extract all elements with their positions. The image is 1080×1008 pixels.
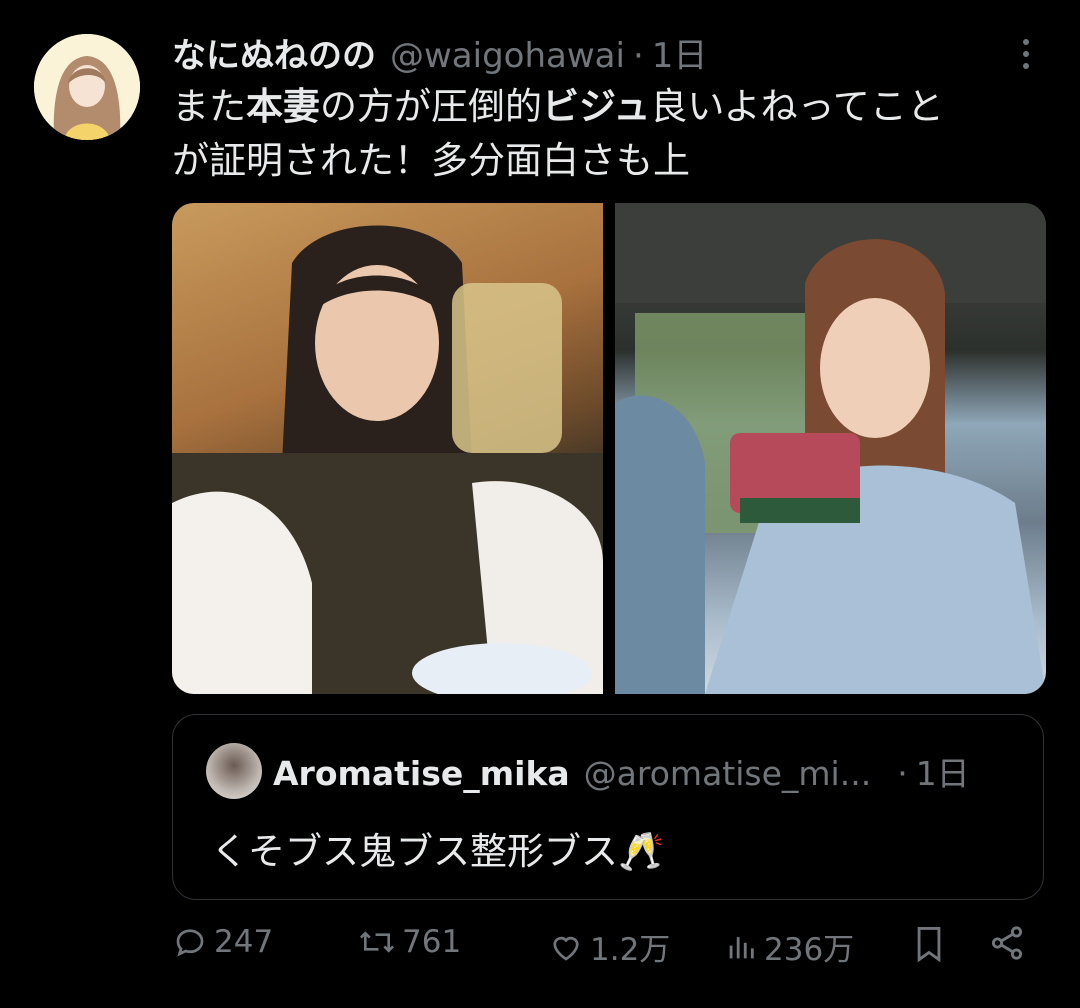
author-avatar[interactable] xyxy=(34,34,140,140)
quoted-text-body: くそブス鬼ブス整形ブス xyxy=(211,830,618,873)
media-grid xyxy=(172,203,1046,694)
quoted-author-name[interactable]: Aromatise_mika xyxy=(273,754,570,793)
views-count: 236万 xyxy=(764,932,855,968)
reply-icon xyxy=(172,924,208,960)
quoted-author-handle[interactable]: @aromatise_mi... xyxy=(584,754,872,793)
quoted-author-avatar[interactable] xyxy=(206,743,262,799)
tweet-text-part: が証明された！多分面白さも上 xyxy=(172,139,690,182)
reply-count: 247 xyxy=(214,924,274,960)
like-count: 1.2万 xyxy=(590,932,671,968)
tweet-text-part: 良いよねってこと xyxy=(650,85,944,128)
tweet-text-part: また xyxy=(172,85,246,128)
tweet-header: なにぬねのの @waigohawai · 1日 xyxy=(172,28,960,76)
photo-left[interactable] xyxy=(172,203,603,694)
photo-right[interactable] xyxy=(615,203,1046,694)
author-name[interactable]: なにぬねのの xyxy=(172,28,376,77)
share-button[interactable] xyxy=(988,924,1026,962)
tweet-text-bold: 本妻 xyxy=(246,85,320,128)
views-button[interactable]: 236万 xyxy=(724,924,854,969)
quoted-tweet-text: くそブス鬼ブス整形ブス🥂 xyxy=(211,821,664,875)
tweet-actions: 247 761 1.2万 236万 xyxy=(172,924,1044,980)
retweet-count: 761 xyxy=(402,924,462,960)
tweet-text: また本妻の方が圧倒的ビジュ良いよねってことが証明された！多分面白さも上 xyxy=(172,80,1042,188)
retweet-icon xyxy=(358,924,396,960)
bookmark-button[interactable] xyxy=(912,924,946,964)
share-icon xyxy=(988,924,1026,962)
quoted-tweet-time[interactable]: 1日 xyxy=(916,747,970,795)
like-icon xyxy=(548,929,584,965)
clinking-glasses-emoji: 🥂 xyxy=(618,830,665,873)
tweet-text-bold: ビジュ xyxy=(542,85,651,128)
views-icon xyxy=(724,929,758,965)
quoted-tweet[interactable]: Aromatise_mika @aromatise_mi... · 1日 くそブ… xyxy=(172,714,1044,900)
bookmark-icon xyxy=(912,924,946,964)
retweet-button[interactable]: 761 xyxy=(358,924,461,960)
separator-dot: · xyxy=(632,36,644,76)
like-button[interactable]: 1.2万 xyxy=(548,924,670,969)
author-handle[interactable]: @waigohawai xyxy=(390,36,625,76)
tweet-time[interactable]: 1日 xyxy=(652,28,708,77)
tweet-text-part: の方が圧倒的 xyxy=(320,85,542,128)
reply-button[interactable]: 247 xyxy=(172,924,273,960)
quoted-tweet-header: Aromatise_mika @aromatise_mi... · 1日 xyxy=(273,747,1013,795)
more-icon[interactable] xyxy=(1014,36,1038,72)
separator-dot: · xyxy=(897,754,908,793)
